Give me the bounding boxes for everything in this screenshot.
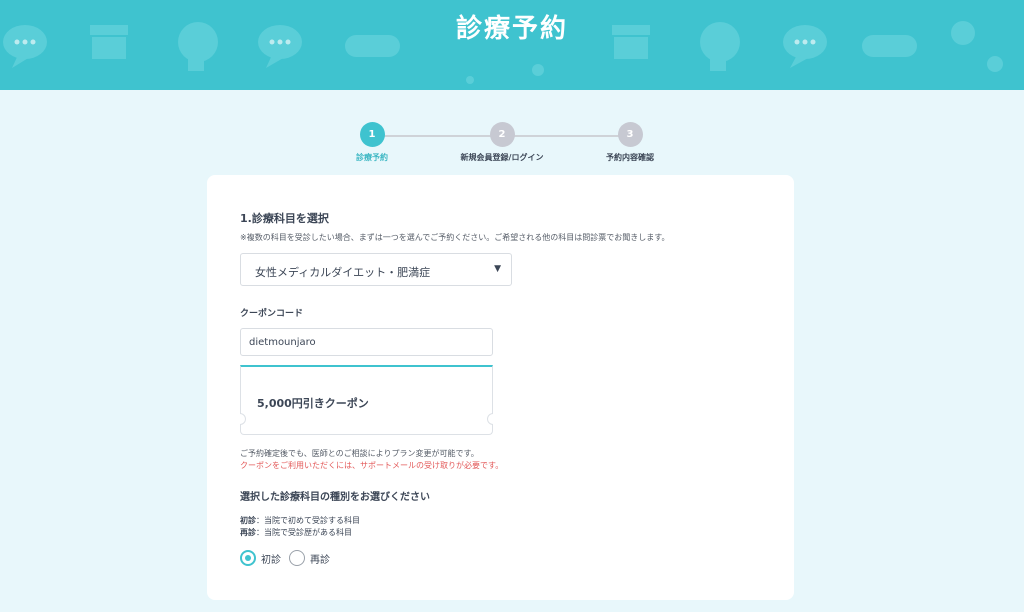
step-number: 3 bbox=[617, 122, 643, 147]
step-1: 1 診療予約 bbox=[312, 122, 432, 163]
visit-type-description-2: 再診：当院で受診歴がある科目 bbox=[240, 527, 352, 538]
step-label: 予約内容確認 bbox=[606, 153, 654, 162]
coupon-code-input[interactable] bbox=[240, 328, 493, 356]
step-3: 3 予約内容確認 bbox=[570, 122, 690, 163]
coupon-note: ご予約確定後でも、医師とのご相談によりプラン変更が可能です。 bbox=[240, 449, 479, 458]
ticket-notch bbox=[240, 413, 246, 425]
visit-type-description-1: 初診：当院で初めて受診する科目 bbox=[240, 515, 360, 526]
page-header: 診療予約 bbox=[0, 0, 1024, 90]
triangle-down-icon: ▼ bbox=[494, 264, 501, 274]
department-section-title: 1.診療科目を選択 bbox=[240, 212, 329, 225]
step-label: 診療予約 bbox=[356, 153, 388, 162]
desc-term: 初診 bbox=[240, 516, 256, 525]
reservation-form-card: 1.診療科目を選択 ※複数の科目を受診したい場合、まずは一つを選んでご予約くださ… bbox=[207, 175, 794, 600]
coupon-applied-label: 5,000円引きクーポン bbox=[257, 397, 369, 410]
page-title: 診療予約 bbox=[455, 14, 568, 44]
step-label: 新規会員登録/ログイン bbox=[460, 153, 544, 162]
desc-term: 再診 bbox=[240, 528, 256, 537]
radio-return-visit[interactable]: 再診 bbox=[289, 550, 330, 566]
department-note: ※複数の科目を受診したい場合、まずは一つを選んでご予約ください。ご希望される他の… bbox=[240, 233, 670, 242]
coupon-section-title: クーポンコード bbox=[240, 309, 304, 319]
step-number: 1 bbox=[359, 122, 385, 147]
visit-type-radio-group: 初診 再診 bbox=[240, 550, 338, 566]
desc-text: ：当院で初めて受診する科目 bbox=[256, 516, 360, 525]
radio-label: 再診 bbox=[310, 554, 330, 566]
department-select[interactable]: 女性メディカルダイエット・肥満症 ▼ bbox=[240, 253, 512, 286]
progress-stepper: 1 診療予約 2 新規会員登録/ログイン 3 予約内容確認 bbox=[0, 122, 1024, 170]
department-select-value: 女性メディカルダイエット・肥満症 bbox=[255, 266, 431, 279]
radio-button[interactable] bbox=[240, 550, 256, 566]
visit-type-section-title: 選択した診療科目の種別をお選びください bbox=[240, 492, 430, 503]
coupon-warning: クーポンをご利用いただくには、サポートメールの受け取りが必要です。 bbox=[240, 461, 504, 470]
step-2: 2 新規会員登録/ログイン bbox=[442, 122, 562, 163]
radio-first-visit[interactable]: 初診 bbox=[240, 550, 281, 566]
radio-button[interactable] bbox=[289, 550, 305, 566]
step-number: 2 bbox=[489, 122, 515, 147]
desc-text: ：当院で受診歴がある科目 bbox=[256, 528, 352, 537]
coupon-ticket: 5,000円引きクーポン bbox=[240, 365, 493, 435]
ticket-notch bbox=[487, 413, 493, 425]
radio-label: 初診 bbox=[261, 554, 281, 566]
